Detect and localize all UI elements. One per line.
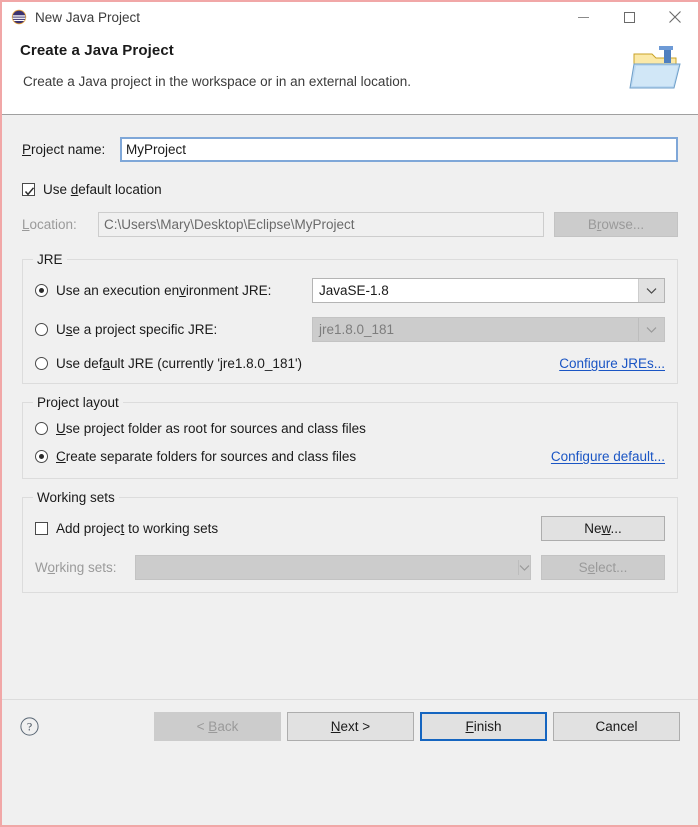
radio-dot-icon xyxy=(39,454,44,459)
new-working-set-button-label: New... xyxy=(584,521,622,536)
next-button-label: Next > xyxy=(330,718,371,734)
add-to-working-sets-row: Add project to working sets New... xyxy=(35,516,665,541)
finish-button-label: Finish xyxy=(465,718,502,734)
use-default-location-row[interactable]: Use default location xyxy=(22,182,678,197)
jre-group-title: JRE xyxy=(33,252,67,267)
chevron-down-icon xyxy=(518,560,530,575)
layout-separate-folders-option[interactable]: Create separate folders for sources and … xyxy=(35,449,356,464)
project-layout-group: Project layout Use project folder as roo… xyxy=(22,395,678,479)
jre-specific-option[interactable]: Use a project specific JRE: xyxy=(35,322,312,337)
location-label: Location: xyxy=(22,217,77,232)
back-button-label: < Back xyxy=(196,718,239,734)
layout-separate-folders-label: Create separate folders for sources and … xyxy=(56,449,357,464)
working-sets-select-row: Working sets: Select... xyxy=(35,555,665,580)
help-question-icon[interactable]: ? xyxy=(20,716,39,736)
configure-default-link[interactable]: Configure default... xyxy=(551,449,665,464)
radio-use-project-folder[interactable] xyxy=(35,422,48,435)
dialog-footer: ? < Back Next > Finish Cancel xyxy=(2,699,698,752)
radio-execution-env[interactable] xyxy=(35,284,48,297)
execution-env-combo[interactable]: JavaSE-1.8 xyxy=(312,278,665,303)
browse-button-label: Browse... xyxy=(587,217,645,232)
window-title: New Java Project xyxy=(35,9,141,25)
location-value: C:\Users\Mary\Desktop\Eclipse\MyProject xyxy=(104,217,355,232)
finish-button[interactable]: Finish xyxy=(420,711,547,741)
project-name-label: Project name: xyxy=(22,142,106,157)
titlebar-left: New Java Project xyxy=(2,9,140,25)
specific-jre-combo-value: jre1.8.0_181 xyxy=(319,322,395,337)
jre-specific-row: Use a project specific JRE: jre1.8.0_181 xyxy=(35,317,665,342)
project-name-input[interactable]: MyProject xyxy=(120,137,678,162)
layout-root-folder-row[interactable]: Use project folder as root for sources a… xyxy=(35,421,665,436)
location-row: Location: C:\Users\Mary\Desktop\Eclipse\… xyxy=(22,212,678,237)
working-sets-group: Working sets Add project to working sets… xyxy=(22,490,678,593)
specific-jre-combo: jre1.8.0_181 xyxy=(312,317,665,342)
jre-execution-env-option[interactable]: Use an execution environment JRE: xyxy=(35,283,312,298)
radio-default-jre[interactable] xyxy=(35,357,48,370)
project-name-value: MyProject xyxy=(126,142,187,157)
jre-group: JRE Use an execution environment JRE: Ja… xyxy=(22,252,678,384)
working-sets-combo xyxy=(135,555,531,580)
new-working-set-button[interactable]: New... xyxy=(541,516,665,541)
titlebar: New Java Project xyxy=(2,2,698,32)
footer-buttons: < Back Next > Finish Cancel xyxy=(154,711,680,741)
working-sets-label: Working sets: xyxy=(35,560,117,575)
chevron-down-icon xyxy=(638,318,664,341)
use-default-location-label: Use default location xyxy=(43,182,162,197)
eclipse-logo-icon xyxy=(11,9,27,25)
minimize-icon[interactable] xyxy=(560,2,606,32)
jre-execution-env-label: Use an execution environment JRE: xyxy=(56,283,272,298)
layout-root-folder-label: Use project folder as root for sources a… xyxy=(56,421,366,436)
close-icon[interactable] xyxy=(652,2,698,32)
new-java-project-dialog: New Java Project Create a Java Project C… xyxy=(0,0,700,827)
back-button: < Back xyxy=(154,711,281,741)
chevron-down-icon[interactable] xyxy=(638,279,664,302)
checkmark-icon xyxy=(24,184,35,196)
project-layout-group-title: Project layout xyxy=(33,395,123,410)
select-working-set-button-label: Select... xyxy=(578,560,628,575)
add-to-working-sets-checkbox[interactable] xyxy=(35,522,48,535)
cancel-button[interactable]: Cancel xyxy=(553,711,680,741)
radio-create-separate-folders[interactable] xyxy=(35,450,48,463)
execution-env-combo-value: JavaSE-1.8 xyxy=(319,283,389,298)
radio-specific-jre[interactable] xyxy=(35,323,48,336)
next-button[interactable]: Next > xyxy=(287,711,414,741)
select-working-set-button: Select... xyxy=(541,555,665,580)
location-input: C:\Users\Mary\Desktop\Eclipse\MyProject xyxy=(98,212,544,237)
use-default-location-checkbox[interactable] xyxy=(22,183,35,196)
browse-button: Browse... xyxy=(554,212,678,237)
add-to-working-sets-label: Add project to working sets xyxy=(56,521,219,536)
working-sets-group-title: Working sets xyxy=(33,490,119,505)
cancel-button-label: Cancel xyxy=(595,718,638,734)
java-project-folder-icon xyxy=(628,40,686,98)
dialog-body: Project name: MyProject Use default loca… xyxy=(2,115,698,752)
jre-default-option[interactable]: Use default JRE (currently 'jre1.8.0_181… xyxy=(35,356,302,371)
jre-specific-label: Use a project specific JRE: xyxy=(56,322,218,337)
page-subtitle: Create a Java project in the workspace o… xyxy=(23,74,411,89)
configure-jres-link[interactable]: Configure JREs... xyxy=(559,356,665,371)
window-controls xyxy=(560,2,698,32)
layout-separate-folders-row: Create separate folders for sources and … xyxy=(35,449,665,464)
jre-execution-env-row: Use an execution environment JRE: JavaSE… xyxy=(35,278,665,303)
dialog-header: Create a Java Project Create a Java proj… xyxy=(2,32,698,114)
svg-text:?: ? xyxy=(27,719,32,733)
project-name-row: Project name: MyProject xyxy=(22,137,678,162)
radio-dot-icon xyxy=(39,288,44,293)
maximize-icon[interactable] xyxy=(606,2,652,32)
jre-default-row: Use default JRE (currently 'jre1.8.0_181… xyxy=(35,356,665,371)
page-title: Create a Java Project xyxy=(20,42,174,59)
jre-default-label: Use default JRE (currently 'jre1.8.0_181… xyxy=(56,356,303,371)
